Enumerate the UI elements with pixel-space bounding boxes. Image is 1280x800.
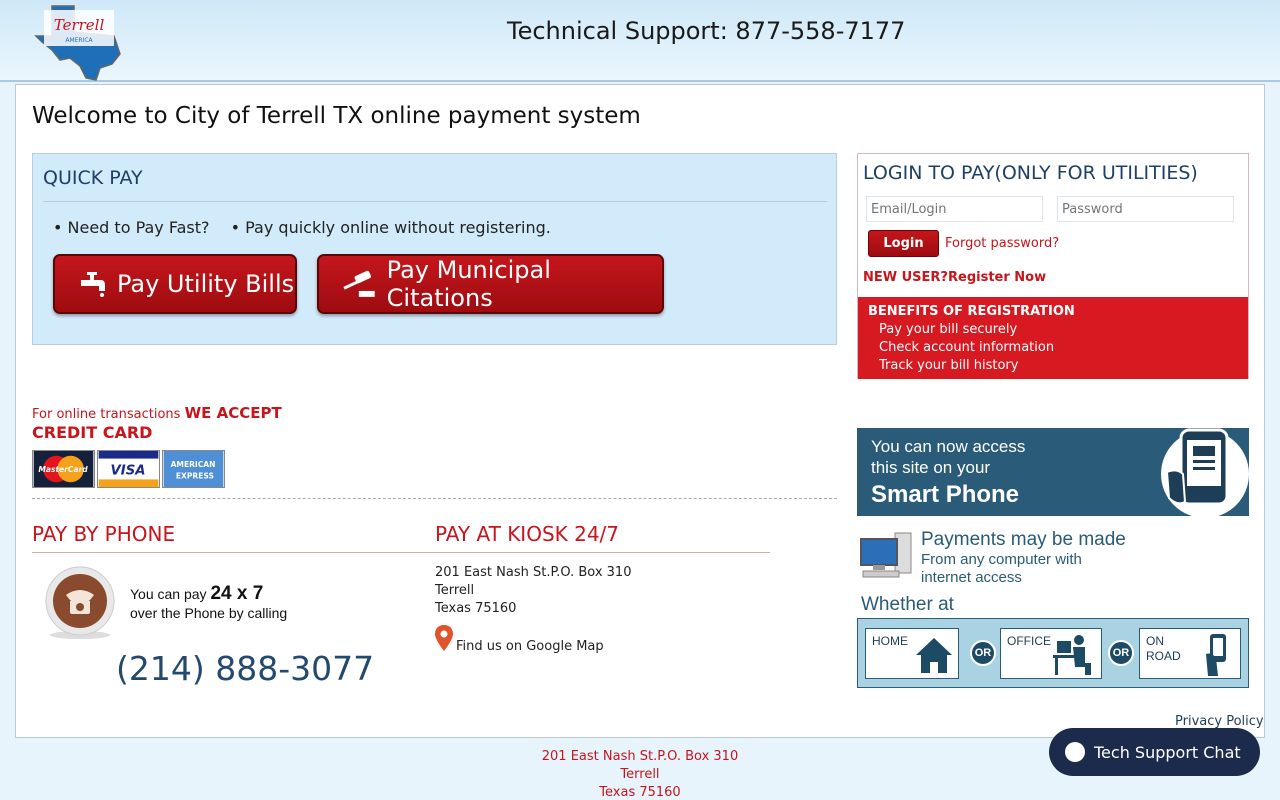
logo-text: Terrell	[54, 16, 105, 34]
google-map-link[interactable]: Find us on Google Map	[456, 639, 604, 654]
mastercard-text: MasterCard	[38, 465, 88, 474]
amex-icon: AMERICAN EXPRESS	[162, 450, 225, 488]
credit-card-note: For online transactions WE ACCEPT	[32, 404, 282, 422]
office-label: OFFICE	[1007, 634, 1051, 648]
home-label: HOME	[872, 634, 908, 648]
kiosk-address-line: Texas 75160	[435, 601, 517, 616]
chat-bubble-icon	[1065, 742, 1085, 762]
password-input[interactable]	[1057, 196, 1234, 222]
login-section: LOGIN TO PAY(ONLY FOR UTILITIES) Login F…	[857, 153, 1249, 379]
or-badge: OR	[970, 640, 996, 666]
visa-icon: VISA	[97, 450, 160, 488]
kiosk-address-line: Terrell	[435, 583, 475, 598]
mastercard-icon: MasterCard	[32, 450, 95, 488]
kiosk-address-line: 201 East Nash St.P.O. Box 310	[435, 565, 632, 580]
smart-phone-banner: You can now access this site on your Sma…	[857, 428, 1249, 516]
divider	[435, 552, 770, 553]
divider	[32, 498, 837, 499]
benefit-item: Track your bill history	[879, 358, 1019, 373]
house-icon	[916, 638, 952, 673]
benefit-item: Check account information	[879, 340, 1055, 355]
card-logos: MasterCard VISA AMERICAN EXPRESS	[32, 450, 225, 488]
benefits-title: BENEFITS OF REGISTRATION	[868, 304, 1075, 319]
gavel-icon	[343, 270, 375, 297]
bullet-no-register: • Pay quickly online without registering…	[230, 218, 551, 237]
divider	[32, 552, 435, 553]
new-user-label: NEW USER?	[863, 270, 948, 285]
whether-at-text: Whether at	[861, 594, 954, 615]
faucet-icon	[81, 272, 105, 297]
home-tile: HOME	[865, 628, 959, 679]
amex-text: EXPRESS	[176, 471, 214, 480]
we-accept-text: WE ACCEPT	[184, 404, 282, 422]
hand-phone-icon	[1161, 428, 1249, 516]
office-worker-icon	[1053, 635, 1091, 675]
payments-title: Payments may be made	[921, 529, 1126, 550]
pay-utility-bills-label: Pay Utility Bills	[117, 270, 295, 298]
footer-address-line: Texas 75160	[599, 785, 681, 800]
pay-utility-bills-button[interactable]: Pay Utility Bills	[53, 254, 297, 314]
bullet-pay-fast: • Need to Pay Fast?	[53, 218, 210, 237]
on-road-label-line1: ON	[1146, 634, 1164, 648]
office-tile: OFFICE	[1000, 628, 1102, 679]
map-pin-icon	[435, 625, 453, 651]
forgot-password-link[interactable]: Forgot password?	[945, 236, 1059, 251]
logo-subtext: AMERICA	[65, 37, 93, 44]
tech-support-phone: Technical Support: 877-558-7177	[507, 17, 906, 45]
credit-card-text: CREDIT CARD	[32, 423, 153, 442]
location-options: HOME OR OFFICE OR ON ROAD	[857, 618, 1249, 688]
login-title: LOGIN TO PAY(ONLY FOR UTILITIES)	[863, 162, 1198, 184]
over-phone-text: over the Phone by calling	[130, 605, 288, 621]
pay-247-bold: 24 x 7	[210, 583, 264, 604]
pay-municipal-citations-label: Pay Municipal Citations	[386, 256, 551, 312]
smart-phone-line3: Smart Phone	[871, 481, 1020, 508]
quick-pay-bullets: • Need to Pay Fast? • Pay quickly online…	[53, 218, 567, 237]
pay-247-text: You can pay 24 x 7	[130, 583, 263, 605]
login-button[interactable]: Login	[868, 230, 939, 257]
online-transactions-text: For online transactions	[32, 407, 181, 422]
on-road-label: ON ROAD	[1146, 634, 1181, 664]
telephone-icon	[45, 566, 115, 639]
pay-by-phone-title: PAY BY PHONE	[32, 522, 176, 546]
on-road-label-line2: ROAD	[1146, 649, 1181, 663]
main-panel: Welcome to City of Terrell TX online pay…	[15, 84, 1265, 738]
terrell-logo[interactable]: Terrell AMERICA	[34, 2, 124, 82]
benefits-box: BENEFITS OF REGISTRATION Pay your bill s…	[858, 297, 1248, 379]
page-title: Welcome to City of Terrell TX online pay…	[32, 103, 641, 129]
visa-text: VISA	[111, 464, 146, 479]
smart-phone-line1: You can now access	[871, 437, 1026, 456]
tech-support-chat-button[interactable]: Tech Support Chat	[1049, 728, 1260, 776]
amex-text: AMERICAN	[171, 460, 216, 469]
pay-at-kiosk-title: PAY AT KIOSK 24/7	[435, 522, 620, 546]
computer-icon	[860, 532, 912, 578]
payment-phone-number[interactable]: (214) 888-3077	[116, 649, 374, 688]
divider	[43, 201, 827, 202]
quick-pay-title: QUICK PAY	[43, 167, 143, 189]
payments-sub1: From any computer with	[921, 551, 1082, 568]
or-badge: OR	[1108, 640, 1134, 666]
payments-sub2: internet access	[921, 569, 1022, 586]
on-road-tile: ON ROAD	[1139, 628, 1241, 679]
page-header: Terrell AMERICA Technical Support: 877-5…	[0, 0, 1280, 82]
mobile-hand-icon	[1206, 634, 1226, 676]
pay-247-prefix: You can pay	[130, 586, 207, 602]
benefit-item: Pay your bill securely	[879, 322, 1018, 337]
register-now-link[interactable]: Register Now	[948, 270, 1046, 285]
quick-pay-section: QUICK PAY • Need to Pay Fast? • Pay quic…	[32, 153, 837, 345]
privacy-policy-link[interactable]: Privacy Policy	[1175, 714, 1264, 729]
pay-municipal-citations-button[interactable]: Pay Municipal Citations	[317, 254, 664, 314]
email-login-input[interactable]	[866, 196, 1043, 222]
smart-phone-line2: this site on your	[871, 458, 991, 477]
chat-label: Tech Support Chat	[1094, 742, 1241, 762]
